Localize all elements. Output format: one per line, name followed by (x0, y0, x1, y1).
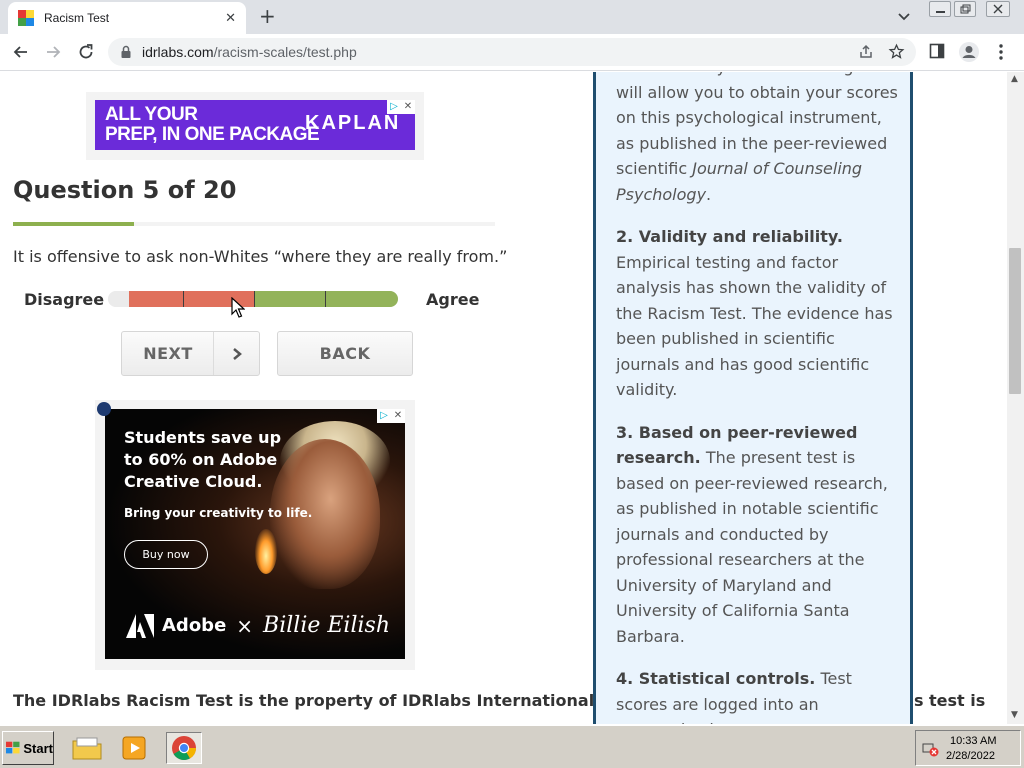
collab-times-sign: × (236, 613, 254, 638)
tab-strip: Racism Test ✕ + (0, 0, 1024, 34)
ad-badge-icon (97, 402, 111, 416)
scale-option-agree[interactable] (325, 291, 398, 307)
question-title: Question 5 of 20 (13, 176, 237, 204)
back-arrow-icon[interactable] (11, 42, 31, 62)
ad-close-icon[interactable]: ✕ (391, 409, 405, 423)
p1-end: . (706, 184, 712, 204)
ad-photo-flame (255, 529, 277, 574)
chrome-taskbar-icon[interactable] (166, 732, 202, 764)
ad-choices[interactable]: ▷ ✕ (387, 100, 415, 114)
reload-icon[interactable] (76, 42, 96, 62)
p2-text: Empirical testing and factor analysis ha… (616, 252, 893, 400)
browser-tab[interactable]: Racism Test ✕ (8, 2, 246, 34)
lock-icon[interactable] (120, 45, 132, 59)
kaplan-ad-text: ALL YOUR PREP, IN ONE PACKAGE (105, 104, 320, 145)
kebab-menu-icon[interactable] (997, 43, 1005, 61)
kaplan-ad-line2: PREP, IN ONE PACKAGE (105, 124, 320, 145)
partner-name: Billie Eilish (263, 613, 390, 638)
sidebar-paragraph-3: 3. Based on peer-reviewed research. The … (616, 420, 901, 650)
start-label: Start (23, 740, 53, 756)
scale-divider (254, 291, 255, 307)
scroll-up-icon[interactable]: ▲ (1011, 74, 1018, 84)
next-button-label: NEXT (143, 344, 193, 363)
url-text[interactable]: idrlabs.com/racism-scales/test.php (142, 44, 357, 60)
address-bar[interactable]: idrlabs.com/racism-scales/test.php (108, 38, 916, 66)
idrlabs-favicon-icon (18, 10, 34, 26)
scale-option-disagree[interactable] (129, 291, 183, 307)
question-progress-bar (13, 222, 495, 226)
sidebar-paragraph-2: 2. Validity and reliability. Empirical t… (616, 224, 901, 403)
scale-option-slightly-agree[interactable] (254, 291, 325, 307)
tab-title: Racism Test (44, 11, 110, 25)
buy-now-button[interactable]: Buy now (124, 540, 208, 569)
adobe-ad-choices[interactable]: ▷ ✕ (377, 409, 405, 423)
adobe-ad[interactable]: Students save up to 60% on Adobe Creativ… (95, 400, 415, 670)
answer-scale[interactable] (108, 291, 398, 307)
windows-logo-icon (6, 741, 20, 754)
kaplan-ad[interactable]: ALL YOUR PREP, IN ONE PACKAGE KAPLAN ▷ ✕ (86, 92, 424, 160)
sidebar-text: delivered to you free of charge and will… (616, 72, 901, 724)
clock-date[interactable]: 2/28/2022 (946, 750, 995, 762)
restore-icon[interactable] (954, 1, 976, 17)
mouse-cursor-icon (231, 297, 245, 318)
network-alert-icon[interactable] (922, 740, 940, 758)
url-path: /racism-scales/test.php (213, 44, 357, 60)
file-explorer-icon[interactable] (69, 732, 105, 764)
share-icon[interactable] (858, 44, 874, 60)
scale-divider (183, 291, 184, 307)
system-tray: 10:33 AM 2/28/2022 (915, 730, 1021, 766)
agree-label: Agree (426, 290, 480, 309)
forward-arrow-icon[interactable] (43, 42, 63, 62)
media-player-icon[interactable] (117, 732, 153, 764)
ad-close-icon[interactable]: ✕ (401, 100, 415, 114)
scrollbar-thumb[interactable] (1009, 248, 1021, 394)
window-close-icon[interactable] (986, 1, 1010, 17)
url-host: idrlabs.com (142, 44, 214, 60)
adobe-logo-icon (126, 613, 154, 638)
disagree-label: Disagree (24, 290, 105, 309)
p4-heading: 4. Statistical controls. (616, 669, 816, 688)
adobe-ad-logo: Adobe × Billie Eilish (126, 613, 390, 638)
back-button[interactable]: BACK (277, 331, 413, 376)
clock-time[interactable]: 10:33 AM (950, 735, 996, 747)
ad-choices-icon[interactable]: ▷ (377, 409, 391, 423)
info-sidebar: delivered to you free of charge and will… (593, 72, 913, 724)
windows-taskbar: Start 10:33 AM 2/28/2022 (0, 724, 1024, 768)
question-progress-fill (13, 222, 134, 226)
kaplan-ad-line1: ALL YOUR (105, 104, 198, 125)
browser-toolbar: idrlabs.com/racism-scales/test.php (0, 34, 1024, 71)
question-text: It is offensive to ask non-Whites “where… (13, 247, 508, 266)
tab-close-icon[interactable]: ✕ (225, 11, 236, 26)
chevron-down-icon[interactable] (896, 9, 912, 25)
next-button[interactable]: NEXT (121, 331, 260, 376)
p2-heading: 2. Validity and reliability. (616, 227, 843, 246)
kaplan-logo: KAPLAN (305, 112, 401, 134)
page-scrollbar[interactable]: ▲ ▼ (1007, 72, 1024, 724)
adobe-brand-name: Adobe (162, 615, 227, 636)
side-panel-icon[interactable] (929, 43, 945, 59)
adobe-ad-creative[interactable]: Students save up to 60% on Adobe Creativ… (105, 409, 405, 659)
kaplan-ad-creative[interactable]: ALL YOUR PREP, IN ONE PACKAGE KAPLAN ▷ ✕ (95, 100, 415, 150)
adobe-ad-headline: Students save up to 60% on Adobe Creativ… (124, 428, 282, 491)
new-tab-icon[interactable]: + (259, 5, 276, 27)
minimize-icon[interactable] (929, 1, 951, 17)
scroll-down-icon[interactable]: ▼ (1011, 710, 1018, 720)
chevron-right-icon (213, 332, 259, 375)
sidebar-paragraph-4: 4. Statistical controls. Test scores are… (616, 666, 901, 724)
page-viewport: ALL YOUR PREP, IN ONE PACKAGE KAPLAN ▷ ✕… (0, 72, 1024, 724)
start-button[interactable]: Start (2, 731, 54, 765)
scale-option-strongly-disagree[interactable] (108, 291, 129, 307)
scale-divider (325, 291, 326, 307)
profile-avatar-icon[interactable] (958, 41, 980, 63)
adobe-ad-subline: Bring your creativity to life. (124, 506, 313, 520)
bookmark-star-icon[interactable] (888, 43, 905, 60)
ad-choices-icon[interactable]: ▷ (387, 100, 401, 114)
p3-text: The present test is based on peer-review… (616, 448, 888, 646)
sidebar-paragraph-1: delivered to you free of charge and will… (616, 72, 901, 207)
